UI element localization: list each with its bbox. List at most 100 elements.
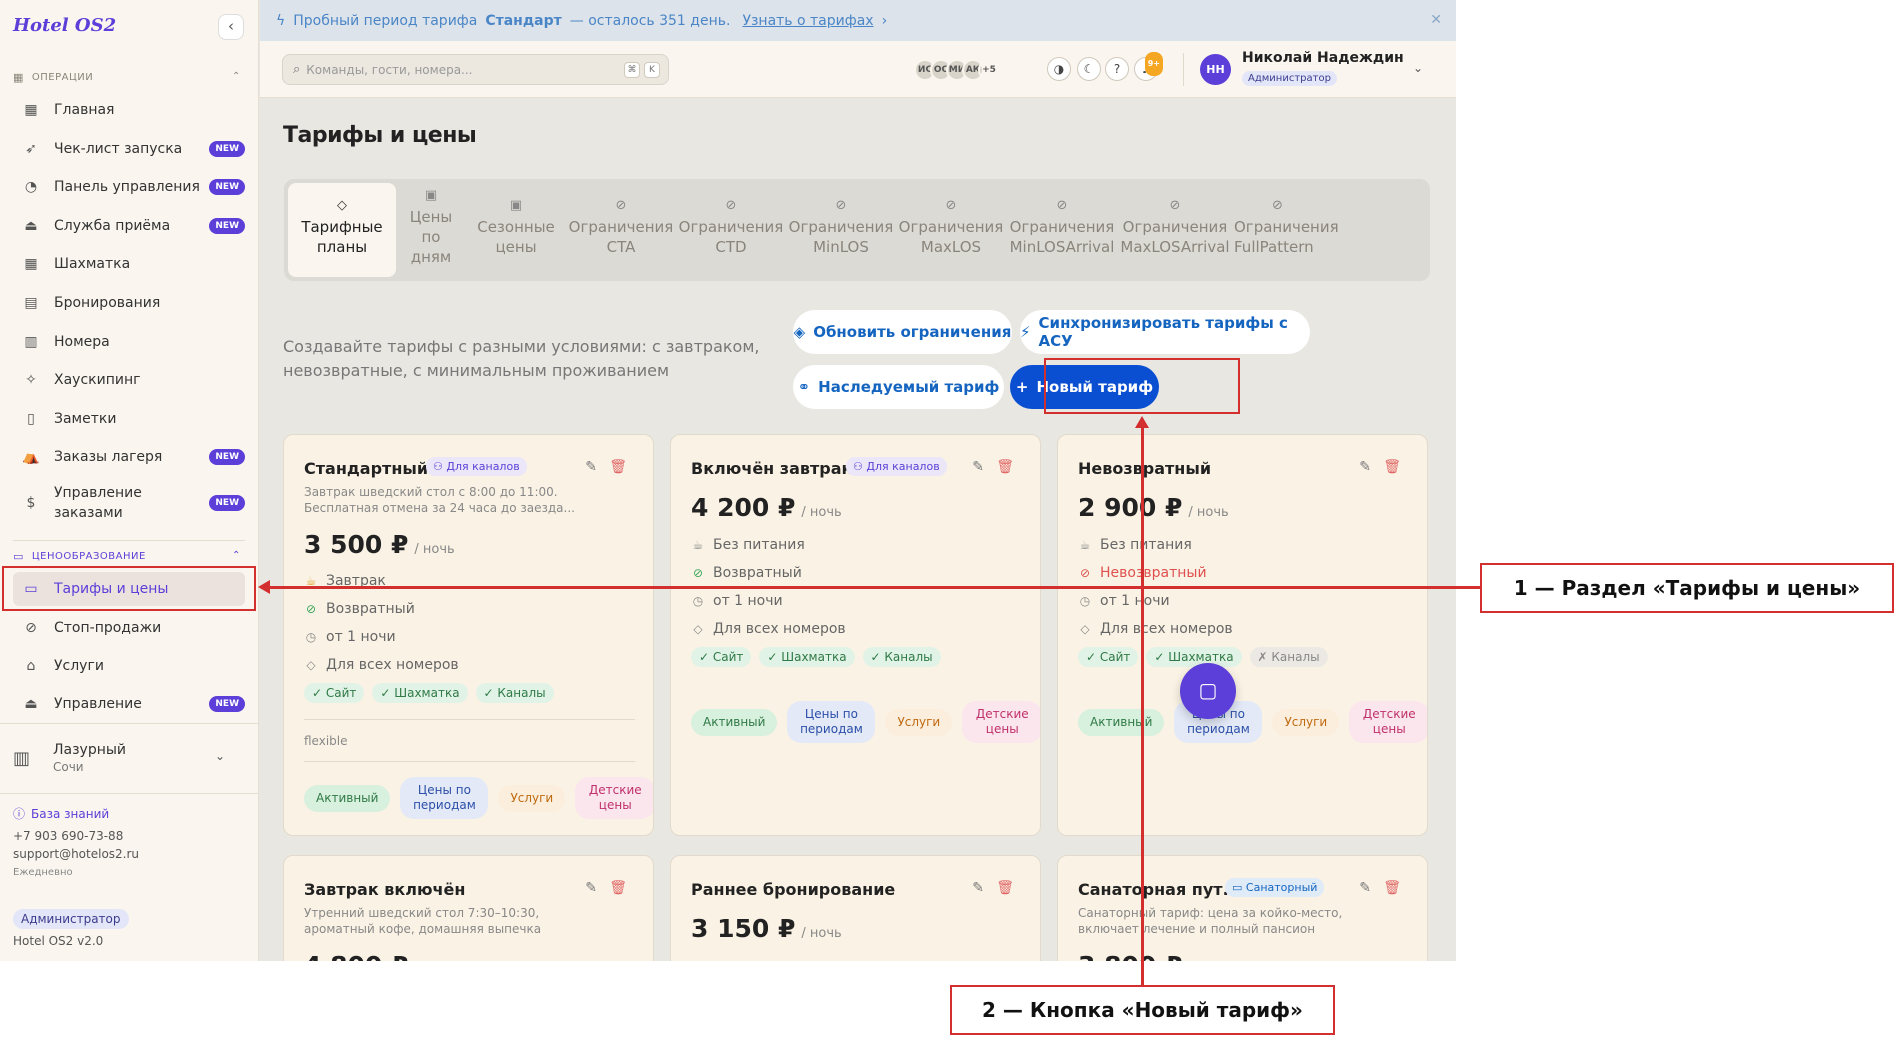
edit-icon[interactable]: ✎ xyxy=(585,459,597,475)
app-logo: Hotel OS2 xyxy=(13,15,117,36)
moon-icon[interactable]: ☾ xyxy=(1077,57,1101,81)
chevron-down-icon[interactable]: ⌄ xyxy=(1413,61,1423,75)
edit-icon[interactable]: ✎ xyxy=(1359,880,1371,896)
edit-icon[interactable]: ✎ xyxy=(585,880,597,896)
hotel-info: Лазурный Сочи xyxy=(43,742,126,774)
help-icon: ⓘ xyxy=(13,807,26,821)
hotel-switcher[interactable]: ▥ Лазурный Сочи ⌄ xyxy=(13,735,245,781)
trash-icon[interactable]: 🗑 xyxy=(1383,880,1401,896)
update-restrictions-button[interactable]: ◈ Обновить ограничения xyxy=(793,310,1012,354)
clock-icon: ◷ xyxy=(1079,594,1091,608)
tag-icon: ◇ xyxy=(693,622,703,636)
more-users: +5 xyxy=(978,59,1000,81)
tariff-card-breakfast-included[interactable]: Завтрак включён ✎ 🗑 Утренний шведский ст… xyxy=(283,855,654,961)
sidebar-item-rooms[interactable]: ▥ Номера xyxy=(13,325,245,359)
tariff-card-standard[interactable]: Стандартный ⚇ Для каналов ✎ 🗑 Завтрак шв… xyxy=(283,434,654,836)
tariff-title: Включён завтрак xyxy=(691,459,853,478)
sidebar-item-notes[interactable]: ▯ Заметки xyxy=(13,402,245,436)
help-icon[interactable]: ? xyxy=(1105,57,1129,81)
building-icon: ▥ xyxy=(13,747,31,769)
shortcut-k: K xyxy=(644,62,660,78)
chevron-up-icon[interactable]: ⌃ xyxy=(232,550,240,561)
min-stay-row: ◷ от 1 ночи xyxy=(692,593,783,609)
support-email[interactable]: support@hotelos2.ru xyxy=(13,847,139,861)
user-name[interactable]: Николай Надеждин xyxy=(1242,50,1404,66)
trash-icon[interactable]: 🗑 xyxy=(609,880,627,896)
sidebar-item-order-management[interactable]: $ Управление заказами NEW xyxy=(13,480,245,526)
feature-tags: Активный Цены по периодам Услуги Детские… xyxy=(691,701,1040,743)
inherited-tariff-button[interactable]: ⚭ Наследуемый тариф xyxy=(793,365,1004,409)
edit-icon[interactable]: ✎ xyxy=(972,880,984,896)
tariff-card-early-booking[interactable]: Раннее бронирование ✎ 🗑 3 150 ₽ / ночь xyxy=(670,855,1041,961)
card-icon: ▭ xyxy=(13,550,24,563)
tab-maxlosarrival[interactable]: ⊘ Ограничения MaxLOSArrival xyxy=(1118,183,1232,277)
refund-row: ⊘ Возвратный xyxy=(305,601,415,617)
sidebar-item-services[interactable]: ⌂ Услуги xyxy=(13,649,245,683)
sidebar-item-checklist[interactable]: ➶ Чек-лист запуска NEW xyxy=(13,132,245,166)
user-avatar[interactable]: НН xyxy=(1200,54,1231,85)
collapse-sidebar-button[interactable]: ‹ xyxy=(218,14,244,40)
sidebar: Hotel OS2 ‹ ▦ ОПЕРАЦИИ ⌃ ▦ Главная ➶ Чек-ли… xyxy=(0,0,259,961)
close-icon[interactable]: ✕ xyxy=(1430,12,1442,28)
tariff-card-breakfast[interactable]: Включён завтрак ⚇ Для каналов ✎ 🗑 4 200 … xyxy=(670,434,1041,836)
tariff-card-sanatorium[interactable]: Санаторная пут... ▭ Санаторный ✎ 🗑 Санат… xyxy=(1057,855,1428,961)
edit-icon[interactable]: ✎ xyxy=(972,459,984,475)
sidebar-item-home[interactable]: ▦ Главная xyxy=(13,93,245,127)
tag-icon: ◇ xyxy=(1080,622,1090,636)
new-badge: NEW xyxy=(209,495,245,511)
sidebar-item-stop-sales[interactable]: ⊘ Стоп-продажи xyxy=(13,611,245,645)
tab-daily-prices[interactable]: ▣ Цены по дням xyxy=(396,183,466,277)
tariff-description: Санаторный тариф: цена за койко-место, в… xyxy=(1078,906,1343,936)
check-circle-icon: ⊘ xyxy=(305,602,317,616)
knowledge-base-link[interactable]: ⓘ База знаний xyxy=(13,805,109,822)
sidebar-item-chessboard[interactable]: ▦ Шахматка xyxy=(13,247,245,281)
online-users[interactable]: ИС ОС МИ АК +5 xyxy=(914,59,1000,81)
tab-ctd[interactable]: ⊘ Ограничения CTD xyxy=(676,183,786,277)
tariff-price: 4 200 ₽ / ночь xyxy=(691,493,842,522)
chevron-up-icon[interactable]: ⌃ xyxy=(232,71,240,82)
sidebar-item-management[interactable]: ⏏ Управление NEW xyxy=(13,688,245,722)
trash-icon[interactable]: 🗑 xyxy=(996,880,1014,896)
ban-icon: ⊘ xyxy=(1272,198,1283,213)
trash-icon[interactable]: 🗑 xyxy=(609,459,627,475)
section-operations[interactable]: ▦ ОПЕРАЦИИ xyxy=(13,71,93,84)
trash-icon[interactable]: 🗑 xyxy=(996,459,1014,475)
tent-icon: ⛺ xyxy=(22,449,40,465)
trash-icon[interactable]: 🗑 xyxy=(1383,459,1401,475)
divider xyxy=(1183,53,1184,86)
sync-tariffs-button[interactable]: ⚡ Синхронизировать тарифы с АСУ xyxy=(1020,310,1310,354)
min-stay-row: ◷ от 1 ночи xyxy=(1079,593,1170,609)
sidebar-item-front-desk[interactable]: ⏏ Служба приёма NEW xyxy=(13,209,245,243)
edit-icon[interactable]: ✎ xyxy=(1359,459,1371,475)
section-pricing[interactable]: ▭ ЦЕНООБРАЗОВАНИЕ xyxy=(13,550,146,563)
bell-icon[interactable]: ♪9+ xyxy=(1134,52,1163,81)
tab-cta[interactable]: ⊘ Ограничения CTA xyxy=(566,183,676,277)
tariff-code: flexible xyxy=(304,734,348,748)
support-phone[interactable]: +7 903 690-73-88 xyxy=(13,829,123,843)
clock-icon: ◷ xyxy=(305,630,317,644)
note-icon: ▯ xyxy=(27,411,35,427)
tag-icon: ◇ xyxy=(306,658,316,672)
cup-icon: ☕ xyxy=(1079,538,1091,552)
tariff-title: Невозвратный xyxy=(1078,459,1212,478)
tab-rate-plans[interactable]: ◇ Тарифные планы xyxy=(288,183,396,277)
shortcut-cmd: ⌘ xyxy=(624,62,640,78)
chat-icon: ▢ xyxy=(1198,678,1218,702)
sidebar-item-camp-orders[interactable]: ⛺ Заказы лагеря NEW xyxy=(13,440,245,474)
chat-button[interactable]: ▢ xyxy=(1180,663,1236,719)
tab-minlos[interactable]: ⊘ Ограничения MinLOS xyxy=(786,183,896,277)
tariffs-info-link[interactable]: Узнать о тарифах xyxy=(742,13,873,29)
sidebar-item-dashboard[interactable]: ◔ Панель управления NEW xyxy=(13,170,245,204)
tab-maxlos[interactable]: ⊘ Ограничения MaxLOS xyxy=(896,183,1006,277)
sidebar-item-bookings[interactable]: ▤ Бронирования xyxy=(13,286,245,320)
tariff-card-nonrefundable[interactable]: Невозвратный ✎ 🗑 2 900 ₽ / ночь ☕ Без пита… xyxy=(1057,434,1428,836)
cup-icon: ☕ xyxy=(692,538,704,552)
tab-seasonal-prices[interactable]: ▣ Сезонные цены xyxy=(466,183,566,277)
clock-icon: ◷ xyxy=(692,594,704,608)
new-badge: NEW xyxy=(209,218,245,234)
palette-icon[interactable]: ◑ xyxy=(1047,57,1071,81)
sidebar-item-housekeeping[interactable]: ✧ Хаускипинг xyxy=(13,363,245,397)
search-input[interactable]: ⌕ Команды, гости, номера... ⌘ K xyxy=(282,54,669,85)
tab-fullpattern[interactable]: ⊘ Ограничения FullPattern xyxy=(1234,183,1346,277)
tab-minlosarrival[interactable]: ⊘ Ограничения MinLOSArrival xyxy=(1006,183,1118,277)
